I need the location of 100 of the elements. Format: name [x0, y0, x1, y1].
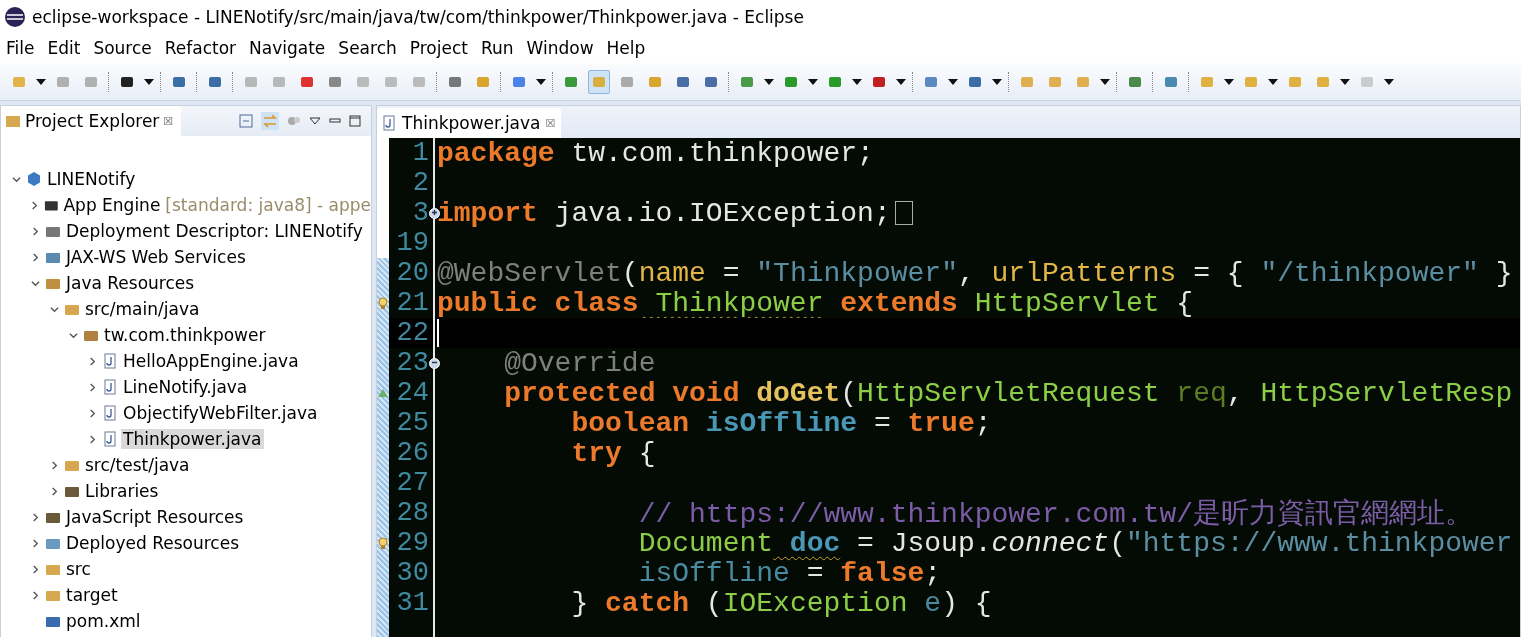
- window-title: eclipse-workspace - LINENotify/src/main/java/tw/com/thinkpower/Thinkpower.java - Eclipse: [32, 6, 804, 27]
- menu-item[interactable]: Run: [480, 38, 514, 58]
- collapsed-chevron-icon[interactable]: [87, 408, 97, 418]
- line-number: 25: [396, 408, 429, 438]
- collapsed-chevron-icon[interactable]: [30, 512, 40, 522]
- line-number: 20: [396, 258, 429, 288]
- line-number: 19: [396, 228, 429, 258]
- javafile-icon: [102, 431, 118, 447]
- view-menu-icon[interactable]: [309, 117, 321, 125]
- javafile-icon: [102, 405, 118, 421]
- expanded-chevron-icon[interactable]: [49, 304, 59, 314]
- editor-tab-label: Thinkpower.java: [402, 113, 541, 133]
- expanded-chevron-icon[interactable]: [30, 278, 40, 288]
- tree-item[interactable]: Thinkpower.java: [121, 429, 264, 449]
- editor-tab[interactable]: Thinkpower.java ☒: [377, 108, 562, 138]
- tree-item[interactable]: src/test/java: [83, 455, 192, 475]
- maximize-icon[interactable]: [349, 115, 361, 127]
- dropdown-caret-icon[interactable]: [1268, 78, 1278, 85]
- menu-item[interactable]: Help: [606, 38, 646, 58]
- project-icon: [26, 171, 42, 187]
- warning-bulb-icon[interactable]: [377, 297, 389, 309]
- view-tab-label: Project Explorer: [25, 111, 160, 131]
- menu-item[interactable]: Window: [526, 38, 594, 58]
- dropdown-caret-icon[interactable]: [948, 78, 958, 85]
- dropdown-caret-icon[interactable]: [896, 78, 906, 85]
- dropdown-caret-icon[interactable]: [992, 78, 1002, 85]
- collapsed-chevron-icon[interactable]: [87, 382, 97, 392]
- tree-item[interactable]: pom.xml: [64, 611, 143, 631]
- close-icon[interactable]: ☒: [545, 116, 556, 130]
- collapsed-chevron-icon[interactable]: [30, 564, 40, 574]
- line-number: 2: [412, 168, 429, 198]
- tree-item[interactable]: Libraries: [83, 481, 161, 501]
- line-number: 27: [396, 468, 429, 498]
- line-number: 26: [396, 438, 429, 468]
- tree-item[interactable]: src: [64, 559, 93, 579]
- dropdown-caret-icon[interactable]: [1340, 78, 1350, 85]
- view-tab[interactable]: Project Explorer ☒: [1, 106, 182, 136]
- line-number: 31: [396, 588, 429, 618]
- warning-bulb-icon[interactable]: [377, 537, 389, 549]
- collapsed-chevron-icon[interactable]: [49, 486, 59, 496]
- collapsed-chevron-icon[interactable]: [30, 252, 40, 262]
- tree-item[interactable]: tw.com.thinkpower: [102, 325, 268, 345]
- dropdown-caret-icon[interactable]: [852, 78, 862, 85]
- menu-item[interactable]: Project: [409, 38, 468, 58]
- menu-item[interactable]: File: [6, 38, 35, 58]
- dropdown-caret-icon[interactable]: [764, 78, 774, 85]
- collapsed-chevron-icon[interactable]: [49, 460, 59, 470]
- dropdown-caret-icon[interactable]: [536, 78, 546, 85]
- java-file-icon: [381, 115, 397, 131]
- close-icon[interactable]: ☒: [163, 114, 174, 128]
- code-line: try {: [570, 437, 656, 469]
- line-number: 3: [412, 198, 429, 228]
- tree-item[interactable]: JAX-WS Web Services: [64, 247, 248, 267]
- collapsed-chevron-icon[interactable]: [30, 538, 40, 548]
- line-number: 30: [396, 558, 429, 588]
- dropdown-caret-icon[interactable]: [808, 78, 818, 85]
- javafile-icon: [102, 379, 118, 395]
- line-number: 29: [396, 528, 429, 558]
- dropdown-caret-icon[interactable]: [1100, 78, 1110, 85]
- tree-item-decoration: [standard: java8] - appe: [165, 195, 371, 215]
- tree-item[interactable]: Java Resources: [64, 273, 197, 293]
- tree-item[interactable]: Deployed Resources: [64, 533, 241, 553]
- menu-item[interactable]: Navigate: [249, 38, 326, 58]
- tree-item[interactable]: JavaScript Resources: [64, 507, 246, 527]
- expanded-chevron-icon[interactable]: [68, 330, 78, 340]
- dropdown-caret-icon[interactable]: [1384, 78, 1394, 85]
- code-line: package tw.com.thinkpower;: [437, 138, 874, 169]
- tree-item[interactable]: HelloAppEngine.java: [121, 351, 301, 371]
- tree-item[interactable]: ObjectifyWebFilter.java: [121, 403, 320, 423]
- collapsed-chevron-icon[interactable]: [30, 590, 40, 600]
- code-line: import java.io.IOException;: [437, 197, 891, 229]
- tree-item[interactable]: Deployment Descriptor: LINENotify: [64, 221, 365, 241]
- code-line: isOffline = false;: [637, 557, 942, 589]
- tree-item[interactable]: src/main/java: [83, 299, 202, 319]
- line-number: 23: [396, 348, 429, 378]
- line-number: 24: [396, 378, 429, 408]
- code-line: @Override: [503, 347, 656, 379]
- code-line: protected void doGet(HttpServletRequest req, HttpServletResp: [503, 377, 1513, 409]
- menu-item[interactable]: Search: [338, 38, 397, 58]
- dropdown-caret-icon[interactable]: [144, 78, 154, 85]
- collapsed-chevron-icon[interactable]: [30, 226, 40, 236]
- menu-item[interactable]: Refactor: [164, 38, 237, 58]
- line-number: 1: [412, 138, 429, 168]
- minimize-icon[interactable]: [329, 118, 341, 124]
- menu-item[interactable]: Edit: [47, 38, 81, 58]
- expanded-chevron-icon[interactable]: [11, 174, 21, 184]
- tree-item[interactable]: LINENotify: [45, 169, 138, 189]
- tree-item[interactable]: App Engine: [61, 195, 163, 215]
- line-number: 28: [396, 498, 429, 528]
- dropdown-caret-icon[interactable]: [1224, 78, 1234, 85]
- line-number: 22: [396, 318, 429, 348]
- dropdown-caret-icon[interactable]: [36, 78, 46, 85]
- tree-item[interactable]: target: [64, 585, 120, 605]
- folded-code-box[interactable]: [894, 201, 913, 225]
- collapsed-chevron-icon[interactable]: [87, 356, 97, 366]
- menu-item[interactable]: Source: [93, 38, 152, 58]
- line-number: 21: [396, 288, 429, 318]
- collapsed-chevron-icon[interactable]: [87, 434, 97, 444]
- collapsed-chevron-icon[interactable]: [29, 200, 39, 210]
- tree-item[interactable]: LineNotify.java: [121, 377, 250, 397]
